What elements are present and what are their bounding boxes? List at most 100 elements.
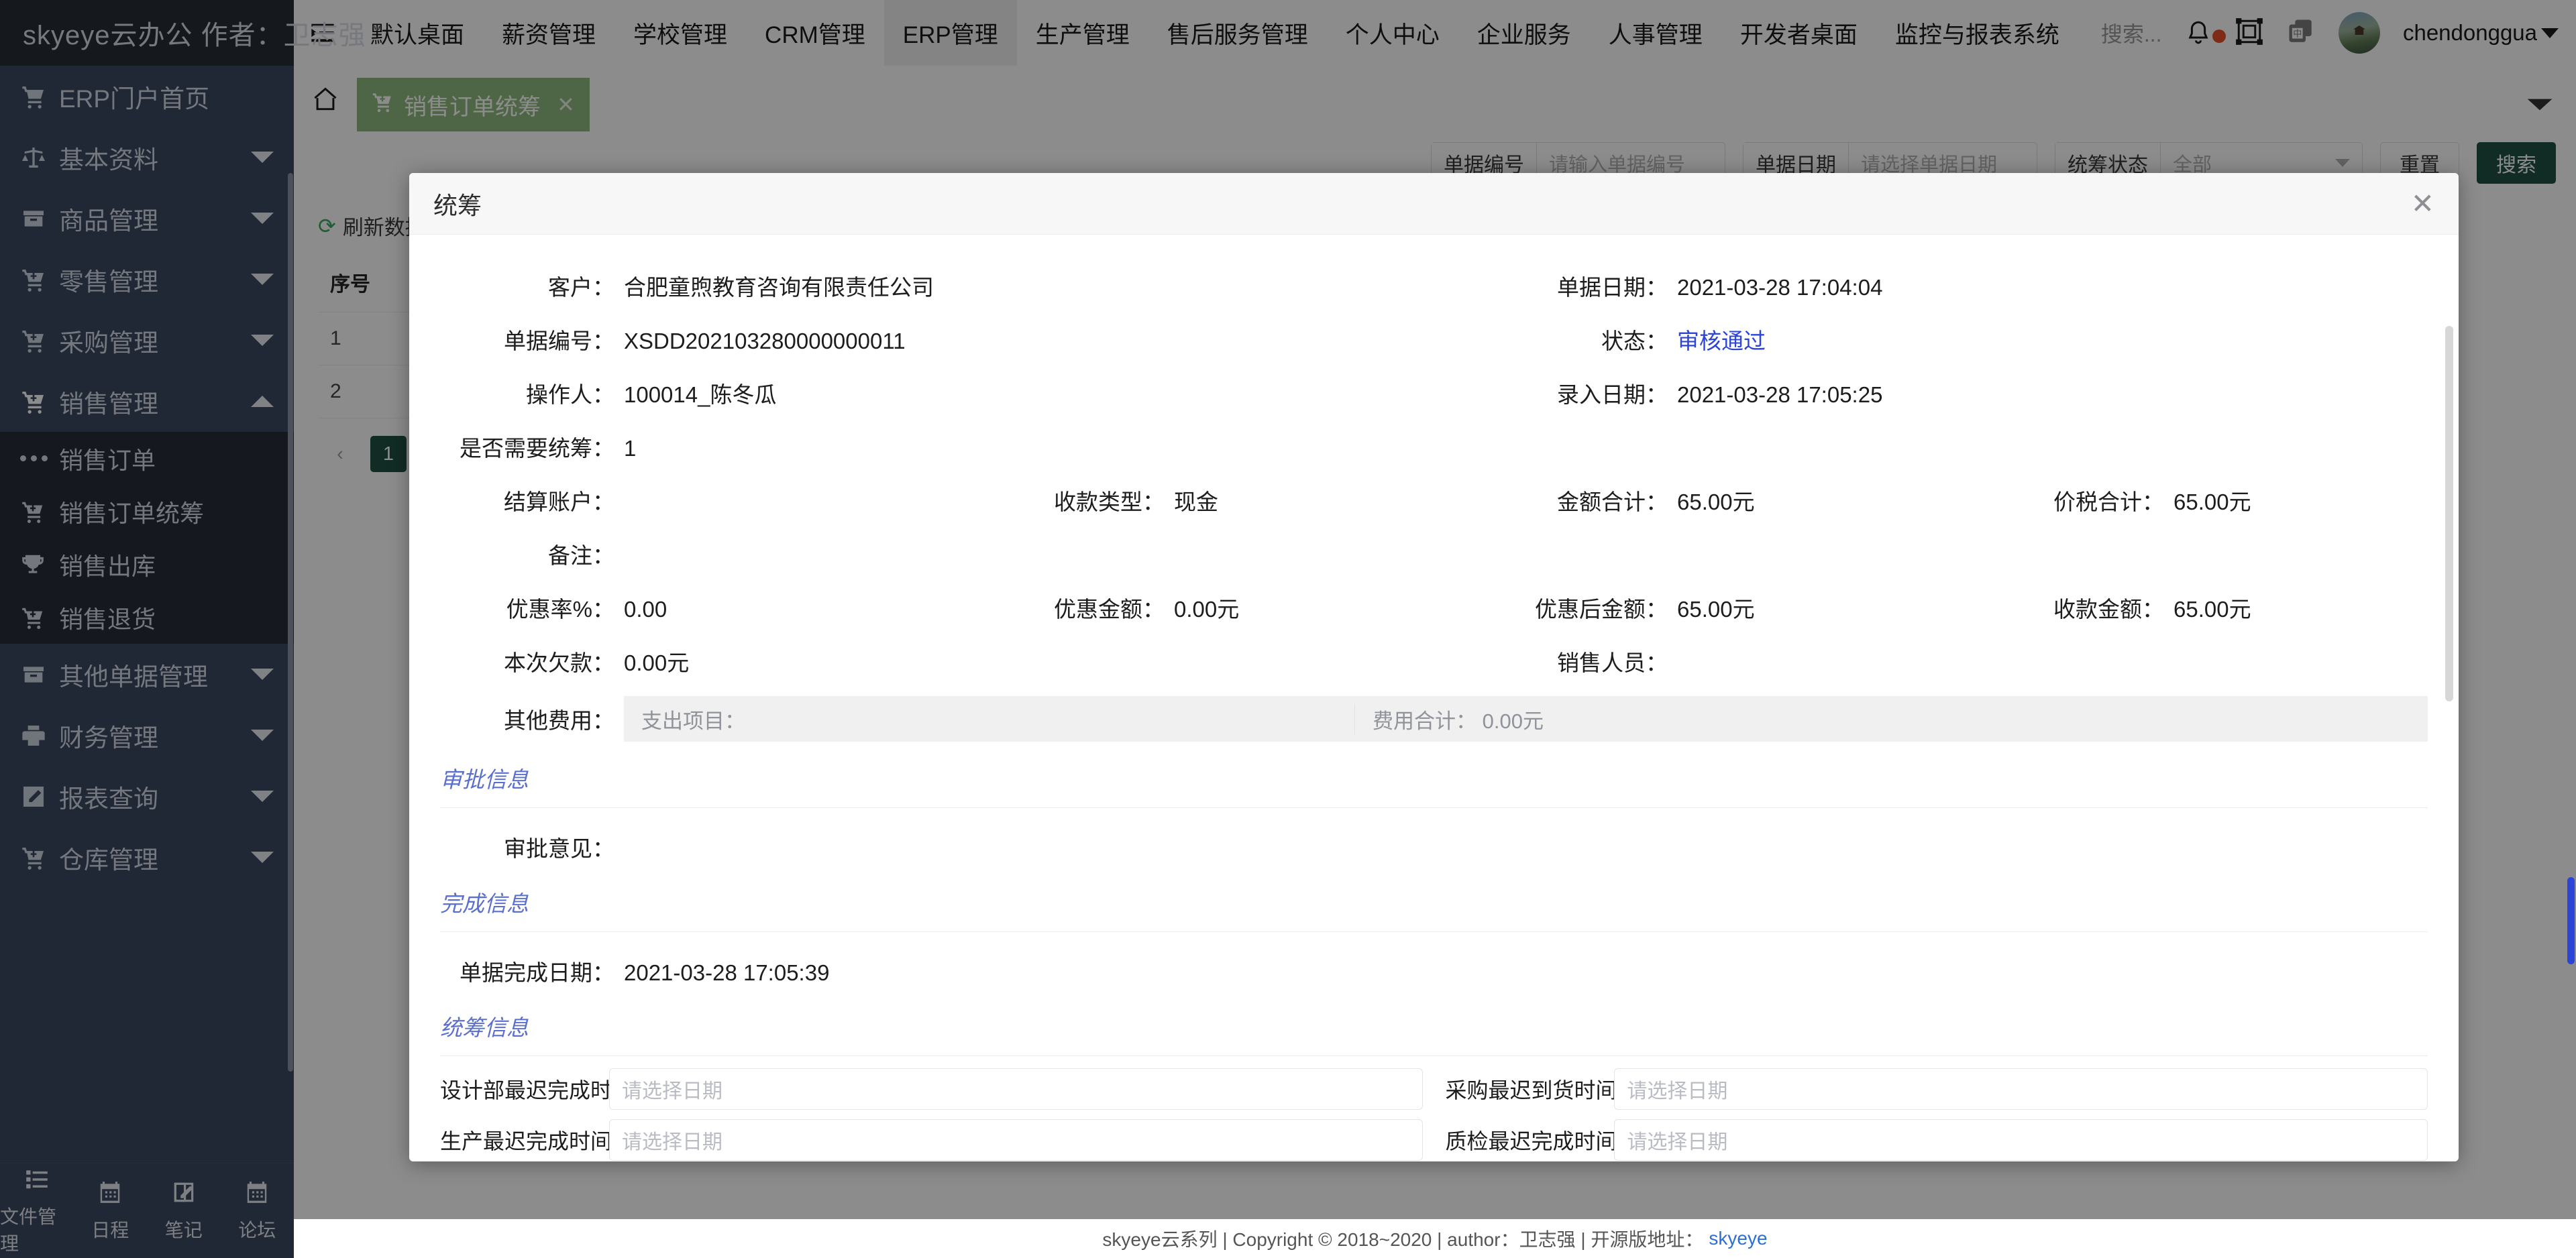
info-row-docno-status: 单据编号： XSDD202103280000000011 状态： 审核通过	[440, 312, 2428, 366]
purchase-deadline-input[interactable]: 请选择日期	[1614, 1068, 2428, 1110]
field-amount-total-value: 65.00元	[1677, 490, 1755, 514]
section-approval-info[interactable]: 审批信息	[440, 750, 2428, 802]
page-scroll-thumb[interactable]	[2567, 877, 2575, 964]
info-row-discounts: 优惠率%： 0.00 优惠金额： 0.00元 优惠后金额： 65.00元 收款金…	[440, 581, 2428, 634]
fee-total-value: 0.00元	[1482, 709, 1544, 733]
field-amount-total-label: 金额合计：	[1557, 490, 1668, 514]
field-status: 状态： 审核通过	[1500, 323, 1996, 355]
field-discount-rate-label: 优惠率%：	[506, 597, 614, 622]
field-discount-rate: 优惠率%： 0.00	[440, 591, 1004, 624]
field-after-discount: 优惠后金额： 65.00元	[1500, 591, 1996, 624]
form-label-text: 生产最迟完成时间	[440, 1129, 612, 1153]
field-remark-label: 备注：	[548, 543, 614, 568]
info-row-customer-date: 客户： 合肥童煦教育咨询有限责任公司 单据日期： 2021-03-28 17:0…	[440, 259, 2428, 312]
other-fee-panel: 支出项目： 费用合计： 0.00元	[624, 696, 2428, 742]
field-status-label: 状态：	[1601, 329, 1668, 353]
field-complete-date-value: 2021-03-28 17:05:39	[624, 960, 830, 985]
form-label-design-deadline: 设计部最迟完成时间*	[440, 1074, 643, 1104]
field-receipt-type-label: 收款类型：	[1054, 490, 1165, 514]
info-row-settle-receipt-totals: 结算账户： 收款类型： 现金 金额合计： 65.00元 价税合计： 65.00元	[440, 473, 2428, 527]
field-customer: 客户： 合肥童煦教育咨询有限责任公司	[440, 270, 1004, 302]
field-tax-total: 价税合计： 65.00元	[1996, 484, 2399, 516]
field-operator-value: 100014_陈冬瓜	[624, 382, 777, 407]
dialog-scroll-thumb[interactable]	[2445, 326, 2453, 701]
form-label-text: 设计部最迟完成时间	[440, 1078, 634, 1102]
fee-total: 费用合计： 0.00元	[1355, 704, 1544, 734]
production-deadline-input[interactable]: 请选择日期	[609, 1119, 1423, 1161]
dialog-title: 统筹	[433, 191, 482, 219]
field-complete-date: 单据完成日期： 2021-03-28 17:05:39	[440, 955, 1004, 987]
field-discount-amount-label: 优惠金额：	[1054, 597, 1165, 622]
field-doc-date: 单据日期： 2021-03-28 17:04:04	[1500, 270, 1996, 302]
field-doc-date-label: 单据日期：	[1557, 275, 1668, 300]
dialog-header: 统筹 ✕	[409, 173, 2459, 235]
close-icon[interactable]: ✕	[2411, 189, 2434, 218]
field-entry-date: 录入日期： 2021-03-28 17:05:25	[1500, 377, 1996, 409]
field-after-discount-value: 65.00元	[1677, 597, 1755, 622]
field-need-plan-label: 是否需要统筹：	[460, 436, 614, 461]
form-row-1: 设计部最迟完成时间* 请选择日期 采购最迟到货时间* 请选择日期	[440, 1068, 2428, 1110]
field-doc-no-label: 单据编号：	[504, 329, 614, 353]
field-customer-value: 合肥童煦教育咨询有限责任公司	[624, 275, 934, 300]
divider	[440, 807, 2428, 808]
field-entry-date-value: 2021-03-28 17:05:25	[1677, 382, 1883, 407]
status-badge: 审核通过	[1677, 329, 1766, 353]
app-root: skyeye云办公 作者：卫志强 ERP门户首页 基本资料 商品管理 零售管理 …	[0, 0, 2576, 1258]
form-row-2: 生产最迟完成时间* 请选择日期 质检最迟完成时间* 请选择日期	[440, 1119, 2428, 1161]
field-owed: 本次欠款： 0.00元	[440, 645, 1004, 677]
field-approval-opinion: 审批意见：	[440, 831, 1004, 863]
design-deadline-input[interactable]: 请选择日期	[609, 1068, 1423, 1110]
field-doc-no-value: XSDD202103280000000011	[624, 329, 906, 353]
field-amount-total: 金额合计： 65.00元	[1500, 484, 1996, 516]
info-row-need-plan: 是否需要统筹： 1	[440, 420, 2428, 473]
field-receipt-type-value: 现金	[1174, 490, 1218, 514]
info-row-complete-date: 单据完成日期： 2021-03-28 17:05:39	[440, 944, 2428, 998]
info-row-operator-entrydate: 操作人： 100014_陈冬瓜 录入日期： 2021-03-28 17:05:2…	[440, 366, 2428, 420]
dialog-body: 客户： 合肥童煦教育咨询有限责任公司 单据日期： 2021-03-28 17:0…	[409, 235, 2459, 1161]
form-field-qc-deadline: 质检最迟完成时间* 请选择日期	[1445, 1119, 2428, 1161]
field-need-plan: 是否需要统筹： 1	[440, 431, 1004, 463]
field-doc-date-value: 2021-03-28 17:04:04	[1677, 275, 1883, 300]
field-settle-account-label: 结算账户：	[504, 490, 614, 514]
field-operator-label: 操作人：	[526, 382, 614, 407]
info-row-remark: 备注：	[440, 527, 2428, 581]
expense-item-label: 支出项目：	[624, 703, 1355, 734]
section-plan-info[interactable]: 统筹信息	[440, 998, 2428, 1050]
form-field-purchase-deadline: 采购最迟到货时间* 请选择日期	[1445, 1068, 2428, 1110]
field-owed-label: 本次欠款：	[504, 650, 614, 675]
field-received: 收款金额： 65.00元	[1996, 591, 2399, 624]
field-settle-account: 结算账户：	[440, 484, 1004, 516]
field-operator: 操作人： 100014_陈冬瓜	[440, 377, 1004, 409]
qc-deadline-input[interactable]: 请选择日期	[1614, 1119, 2428, 1161]
field-entry-date-label: 录入日期：	[1557, 382, 1668, 407]
page-footer: skyeye云系列 | Copyright © 2018~2020 | auth…	[294, 1219, 2576, 1258]
form-field-production-deadline: 生产最迟完成时间* 请选择日期	[440, 1119, 1423, 1161]
field-received-label: 收款金额：	[2053, 597, 2164, 622]
field-complete-date-label: 单据完成日期：	[460, 960, 614, 985]
field-other-fee-label: 其他费用：	[504, 708, 614, 733]
footer-link[interactable]: skyeye	[1709, 1228, 1767, 1249]
plan-dialog: 统筹 ✕ 客户： 合肥童煦教育咨询有限责任公司 单据日期： 2021-03-28…	[409, 173, 2459, 1161]
field-tax-total-label: 价税合计：	[2053, 490, 2164, 514]
info-row-owed-salesperson: 本次欠款： 0.00元 销售人员：	[440, 634, 2428, 688]
form-label-qc-deadline: 质检最迟完成时间*	[1445, 1125, 1627, 1155]
field-discount-rate-value: 0.00	[624, 597, 667, 622]
info-row-other-fee: 其他费用： 支出项目： 费用合计： 0.00元	[440, 688, 2428, 750]
fee-total-label: 费用合计：	[1373, 709, 1477, 733]
field-remark: 备注：	[440, 538, 1004, 570]
page-scrollbar[interactable]	[2567, 133, 2576, 1219]
footer-text: skyeye云系列 | Copyright © 2018~2020 | auth…	[1102, 1229, 1704, 1250]
form-label-text: 质检最迟完成时间	[1445, 1129, 1617, 1153]
field-owed-value: 0.00元	[624, 650, 690, 675]
field-received-value: 65.00元	[2174, 597, 2251, 622]
divider	[440, 931, 2428, 932]
field-tax-total-value: 65.00元	[2174, 490, 2251, 514]
divider	[440, 1055, 2428, 1056]
field-salesperson-label: 销售人员：	[1557, 650, 1668, 675]
field-discount-amount: 优惠金额： 0.00元	[1004, 591, 1500, 624]
section-complete-info[interactable]: 完成信息	[440, 874, 2428, 926]
field-after-discount-label: 优惠后金额：	[1535, 597, 1668, 622]
form-label-text: 采购最迟到货时间	[1445, 1078, 1617, 1102]
field-doc-no: 单据编号： XSDD202103280000000011	[440, 323, 1004, 355]
field-customer-label: 客户：	[548, 275, 614, 300]
